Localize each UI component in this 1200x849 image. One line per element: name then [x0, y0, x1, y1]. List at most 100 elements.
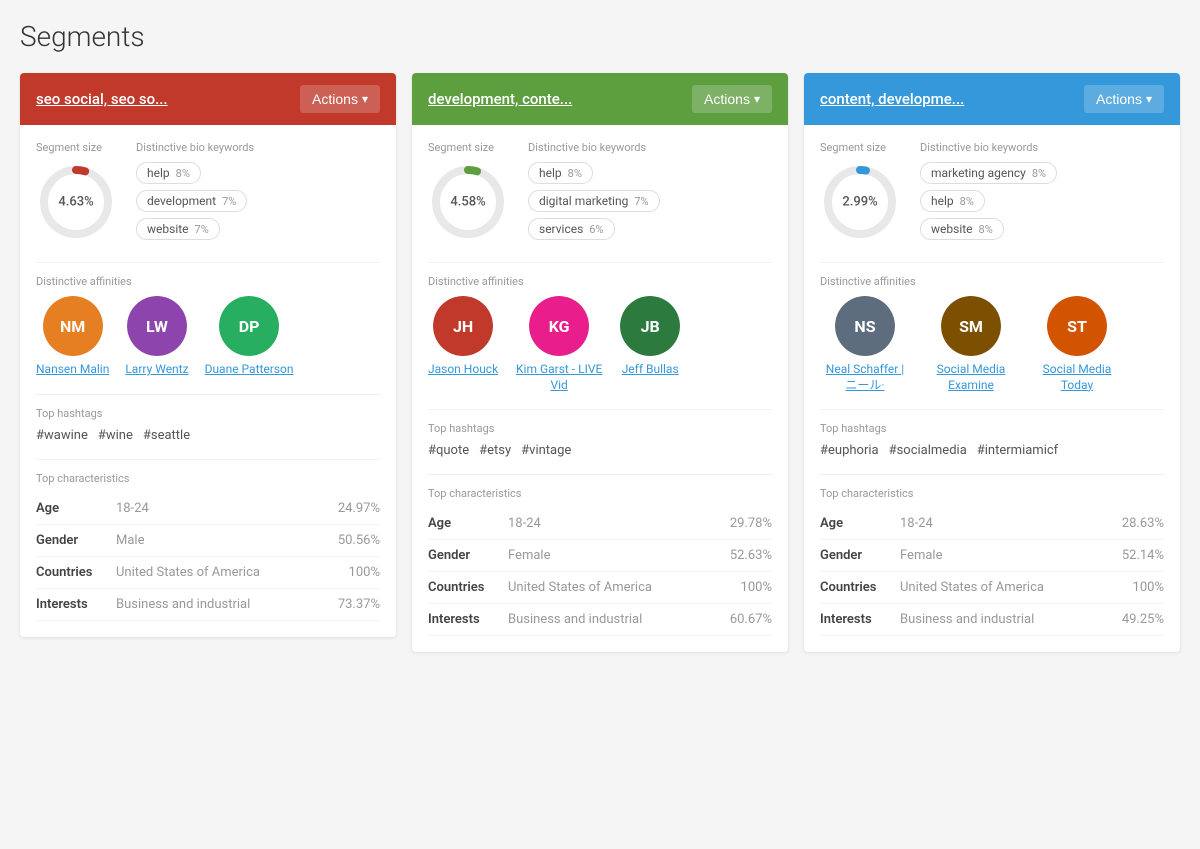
hashtag: #etsy [479, 443, 511, 458]
affinities-section: Distinctive affinities NM Nansen Malin L… [36, 275, 380, 378]
actions-button[interactable]: Actions ▾ [300, 85, 380, 113]
segment-size-block: Segment size 4.58% [428, 141, 508, 242]
characteristic-row: Age 18-24 24.97% [36, 493, 380, 525]
char-value: Female [900, 548, 1122, 563]
affinity-item: ST Social Media Today [1032, 296, 1122, 393]
bio-keywords: Distinctive bio keywords help 8% digital… [528, 141, 772, 242]
characteristic-row: Gender Female 52.14% [820, 540, 1164, 572]
affinity-name[interactable]: Larry Wentz [125, 362, 188, 378]
characteristic-row: Interests Business and industrial 73.37% [36, 589, 380, 621]
affinity-name[interactable]: Nansen Malin [36, 362, 109, 378]
segment-body: Segment size 2.99% Distinctive bio keywo… [804, 125, 1180, 652]
characteristic-row: Countries United States of America 100% [428, 572, 772, 604]
segment-name[interactable]: development, conte... [428, 90, 572, 108]
keyword-word: help [147, 166, 170, 180]
keyword-tags: help 8% development 7% website 7% [136, 162, 380, 240]
donut-chart: 4.63% [36, 162, 116, 242]
segment-size-label: Segment size [820, 141, 900, 154]
segment-header: development, conte... Actions ▾ [412, 73, 788, 125]
actions-button[interactable]: Actions ▾ [1084, 85, 1164, 113]
characteristics-label: Top characteristics [428, 487, 772, 500]
char-label: Gender [36, 533, 116, 548]
char-label: Countries [36, 565, 116, 580]
keyword-tag: services 6% [528, 218, 615, 240]
bio-keywords-label: Distinctive bio keywords [920, 141, 1164, 154]
char-pct: 100% [349, 565, 380, 580]
char-label: Countries [820, 580, 900, 595]
donut-chart: 4.58% [428, 162, 508, 242]
char-label: Gender [820, 548, 900, 563]
hashtags-section: Top hashtags #wawine#wine#seattle [36, 407, 380, 443]
keyword-tag: digital marketing 7% [528, 190, 660, 212]
char-label: Interests [428, 612, 508, 627]
affinity-avatar: NS [835, 296, 895, 356]
char-pct: 28.63% [1122, 516, 1164, 531]
char-label: Interests [820, 612, 900, 627]
affinity-item: JB Jeff Bullas [620, 296, 680, 393]
char-value: Business and industrial [116, 597, 338, 612]
char-pct: 24.97% [338, 501, 380, 516]
affinity-name[interactable]: Jeff Bullas [622, 362, 679, 378]
affinity-name[interactable]: Social Media Examine [926, 362, 1016, 393]
donut-value: 2.99% [842, 195, 877, 210]
affinity-name[interactable]: Neal Schaffer | ニール· [820, 362, 910, 393]
char-value: 18-24 [900, 516, 1122, 531]
affinities-row: NM Nansen Malin LW Larry Wentz DP Duane … [36, 296, 380, 378]
affinity-item: NM Nansen Malin [36, 296, 109, 378]
char-value: 18-24 [116, 501, 338, 516]
hashtag: #euphoria [820, 443, 879, 458]
keyword-tag: help 8% [136, 162, 201, 184]
keyword-pct: 8% [568, 167, 582, 180]
actions-label: Actions [1096, 91, 1142, 107]
chevron-down-icon: ▾ [362, 92, 368, 106]
affinity-name[interactable]: Jason Houck [428, 362, 498, 378]
affinities-label: Distinctive affinities [36, 275, 380, 288]
segment-header: seo social, seo so... Actions ▾ [20, 73, 396, 125]
characteristic-row: Gender Female 52.63% [428, 540, 772, 572]
affinity-item: KG Kim Garst - LIVE Vid [514, 296, 604, 393]
affinity-item: JH Jason Houck [428, 296, 498, 393]
affinity-item: LW Larry Wentz [125, 296, 188, 378]
segment-body: Segment size 4.58% Distinctive bio keywo… [412, 125, 788, 652]
segment-name[interactable]: seo social, seo so... [36, 90, 168, 108]
characteristic-row: Age 18-24 28.63% [820, 508, 1164, 540]
segment-size-label: Segment size [428, 141, 508, 154]
affinity-name[interactable]: Kim Garst - LIVE Vid [514, 362, 604, 393]
characteristic-row: Countries United States of America 100% [36, 557, 380, 589]
characteristic-row: Gender Male 50.56% [36, 525, 380, 557]
segment-name[interactable]: content, developme... [820, 90, 964, 108]
characteristics-label: Top characteristics [36, 472, 380, 485]
char-label: Age [36, 501, 116, 516]
actions-label: Actions [312, 91, 358, 107]
bio-keywords: Distinctive bio keywords marketing agenc… [920, 141, 1164, 242]
char-value: Business and industrial [900, 612, 1122, 627]
segment-2: development, conte... Actions ▾ Segment … [412, 73, 788, 652]
char-value: Business and industrial [508, 612, 730, 627]
characteristic-row: Interests Business and industrial 49.25% [820, 604, 1164, 636]
actions-button[interactable]: Actions ▾ [692, 85, 772, 113]
donut-value: 4.58% [450, 195, 485, 210]
characteristic-row: Age 18-24 29.78% [428, 508, 772, 540]
keyword-tags: help 8% digital marketing 7% services 6% [528, 162, 772, 240]
affinity-avatar: JB [620, 296, 680, 356]
char-label: Countries [428, 580, 508, 595]
hashtags-label: Top hashtags [820, 422, 1164, 435]
char-value: United States of America [116, 565, 349, 580]
keyword-pct: 8% [979, 223, 993, 236]
affinity-name[interactable]: Social Media Today [1032, 362, 1122, 393]
char-label: Age [820, 516, 900, 531]
affinity-item: NS Neal Schaffer | ニール· [820, 296, 910, 393]
characteristics-section: Top characteristics Age 18-24 28.63% Gen… [820, 487, 1164, 636]
affinity-avatar: DP [219, 296, 279, 356]
hashtags-row: #wawine#wine#seattle [36, 428, 380, 443]
characteristics-section: Top characteristics Age 18-24 29.78% Gen… [428, 487, 772, 636]
char-value: United States of America [508, 580, 741, 595]
char-pct: 50.56% [338, 533, 380, 548]
hashtags-section: Top hashtags #euphoria#socialmedia#inter… [820, 422, 1164, 458]
affinity-name[interactable]: Duane Patterson [205, 362, 294, 378]
hashtag: #seattle [143, 428, 190, 443]
bio-keywords-label: Distinctive bio keywords [528, 141, 772, 154]
characteristic-row: Interests Business and industrial 60.67% [428, 604, 772, 636]
char-pct: 73.37% [338, 597, 380, 612]
hashtag: #quote [428, 443, 469, 458]
